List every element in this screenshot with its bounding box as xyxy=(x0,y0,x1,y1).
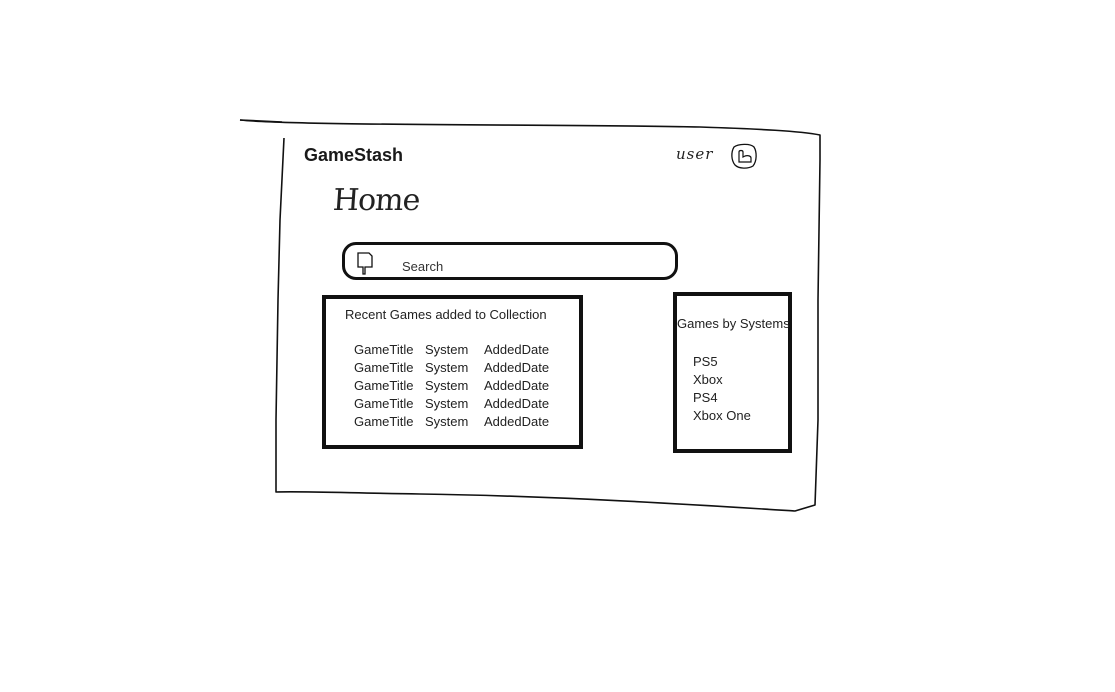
system-item-xbox-one[interactable]: Xbox One xyxy=(693,408,751,426)
game-system: System xyxy=(425,342,469,357)
system-item-xbox[interactable]: Xbox xyxy=(693,372,751,390)
game-system: System xyxy=(425,414,469,429)
game-system: System xyxy=(425,378,469,393)
systems-list: PS5 Xbox PS4 Xbox One xyxy=(693,354,751,426)
game-added-date: AddedDate xyxy=(484,360,550,375)
page-heading: Home xyxy=(331,183,421,218)
recent-games-title: Recent Games added to Collection xyxy=(345,307,547,322)
user-label[interactable]: user xyxy=(676,145,713,163)
recent-games-panel: Recent Games added to Collection GameTit… xyxy=(322,295,583,449)
games-by-systems-title: Games by Systems xyxy=(677,316,790,331)
recent-game-row[interactable]: GameTitle System AddedDate xyxy=(354,378,564,396)
game-added-date: AddedDate xyxy=(484,342,550,357)
search-input[interactable]: Search xyxy=(342,242,678,280)
game-system: System xyxy=(425,360,469,375)
search-icon xyxy=(357,252,373,275)
system-item-ps5[interactable]: PS5 xyxy=(693,354,751,372)
recent-games-list: GameTitle System AddedDate GameTitle Sys… xyxy=(354,342,564,432)
app-title[interactable]: GameStash xyxy=(304,145,403,166)
game-title: GameTitle xyxy=(354,342,414,357)
system-item-ps4[interactable]: PS4 xyxy=(693,390,751,408)
game-title: GameTitle xyxy=(354,414,414,429)
recent-game-row[interactable]: GameTitle System AddedDate xyxy=(354,342,564,360)
recent-game-row[interactable]: GameTitle System AddedDate xyxy=(354,414,564,432)
game-system: System xyxy=(425,396,469,411)
game-title: GameTitle xyxy=(354,360,414,375)
game-added-date: AddedDate xyxy=(484,414,550,429)
game-title: GameTitle xyxy=(354,396,414,411)
games-by-systems-panel: Games by Systems PS5 Xbox PS4 Xbox One xyxy=(673,292,792,453)
game-added-date: AddedDate xyxy=(484,378,550,393)
recent-game-row[interactable]: GameTitle System AddedDate xyxy=(354,396,564,414)
game-title: GameTitle xyxy=(354,378,414,393)
search-placeholder: Search xyxy=(402,259,444,274)
user-avatar-icon[interactable] xyxy=(729,141,759,171)
recent-game-row[interactable]: GameTitle System AddedDate xyxy=(354,360,564,378)
game-added-date: AddedDate xyxy=(484,396,550,411)
